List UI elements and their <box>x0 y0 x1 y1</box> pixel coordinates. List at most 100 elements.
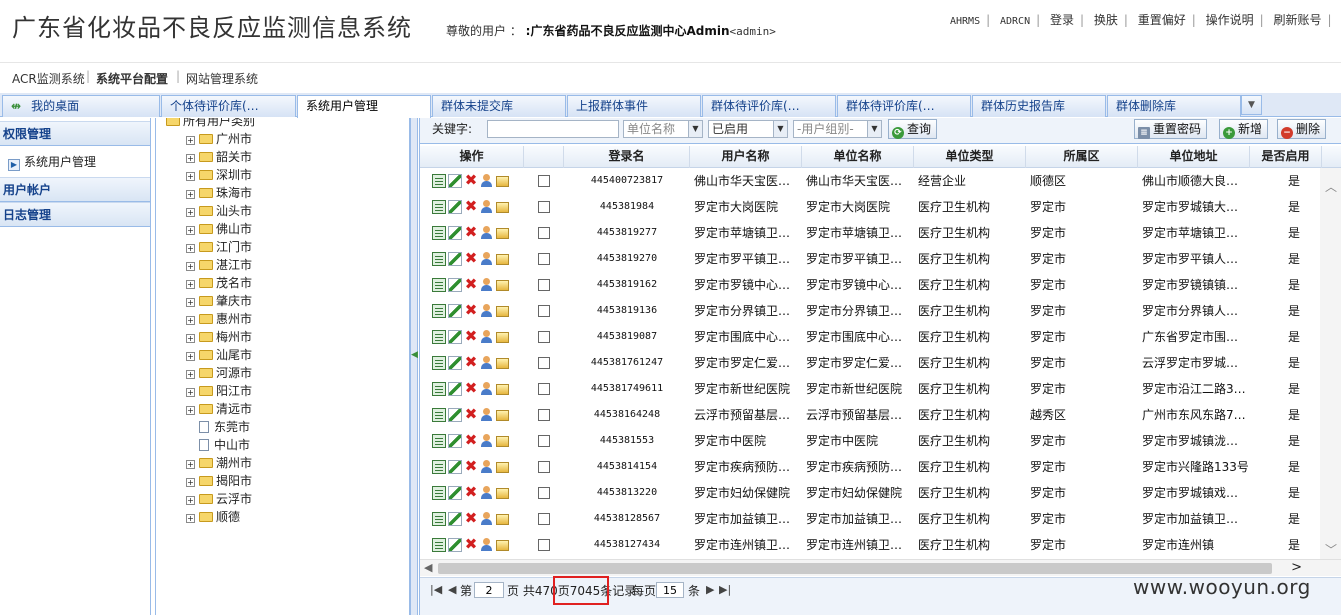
delete-icon[interactable]: ✖ <box>464 459 478 474</box>
first-page-icon[interactable]: |◀ <box>430 583 442 596</box>
tree-node[interactable]: + 汕头市 <box>186 202 252 219</box>
section-permission[interactable]: 权限管理 <box>0 121 150 146</box>
vertical-scrollbar[interactable]: ︿ ﹀ <box>1320 168 1341 560</box>
col-unit-name[interactable]: 单位名称 <box>802 146 914 168</box>
tab-report-group-event[interactable]: 上报群体事件 <box>567 95 701 117</box>
col-username[interactable]: 用户名称 <box>690 146 802 168</box>
edit-icon[interactable] <box>448 226 462 240</box>
col-login[interactable]: 登录名 <box>564 146 690 168</box>
edit-icon[interactable] <box>448 252 462 266</box>
edit-icon[interactable] <box>448 304 462 318</box>
link-ahrms[interactable]: AHRMS <box>950 16 980 27</box>
key-icon[interactable] <box>496 228 509 239</box>
expand-icon[interactable]: + <box>186 298 195 307</box>
link-skin[interactable]: 换肤 <box>1094 13 1118 27</box>
col-district[interactable]: 所属区 <box>1026 146 1138 168</box>
last-page-icon[interactable]: ▶| <box>719 583 731 596</box>
tree-node[interactable]: + 清远市 <box>186 400 252 417</box>
prev-page-icon[interactable]: ◀ <box>448 583 456 596</box>
row-checkbox[interactable] <box>538 539 550 551</box>
tab-menu-chevron-icon[interactable]: ▼ <box>1241 95 1262 115</box>
expand-icon[interactable]: + <box>186 244 195 253</box>
key-icon[interactable] <box>496 488 509 499</box>
delete-icon[interactable]: ✖ <box>464 381 478 396</box>
delete-icon[interactable]: ✖ <box>464 537 478 552</box>
view-icon[interactable] <box>432 278 446 292</box>
link-adrcn[interactable]: ADRCN <box>1000 16 1030 27</box>
row-checkbox[interactable] <box>538 383 550 395</box>
menu-item-system-users[interactable]: ▶ 系统用户管理 <box>8 153 96 171</box>
view-icon[interactable] <box>432 356 446 370</box>
col-address[interactable]: 单位地址 <box>1138 146 1250 168</box>
scroll-thumb[interactable] <box>438 563 1272 574</box>
user-icon[interactable] <box>480 174 494 188</box>
key-icon[interactable] <box>496 384 509 395</box>
user-icon[interactable] <box>480 538 494 552</box>
view-icon[interactable] <box>432 304 446 318</box>
view-icon[interactable] <box>432 330 446 344</box>
user-icon[interactable] <box>480 252 494 266</box>
view-icon[interactable] <box>432 200 446 214</box>
tab-group-pending-1[interactable]: 群体待评价库(… <box>702 95 836 117</box>
edit-icon[interactable] <box>448 330 462 344</box>
per-page-input[interactable] <box>656 582 684 598</box>
expand-icon[interactable]: + <box>186 460 195 469</box>
link-reset-prefs[interactable]: 重置偏好 <box>1138 13 1186 27</box>
edit-icon[interactable] <box>448 408 462 422</box>
edit-icon[interactable] <box>448 434 462 448</box>
table-row[interactable]: ✖ 445381749611 罗定市新世纪医院 罗定市新世纪医院 医疗卫生机构 … <box>420 376 1320 402</box>
user-icon[interactable] <box>480 486 494 500</box>
tree-node[interactable]: + 汕尾市 <box>186 346 252 363</box>
tab-group-history[interactable]: 群体历史报告库 <box>972 95 1106 117</box>
collapse-arrow-icon[interactable]: ◀ <box>411 350 418 360</box>
tree-node[interactable]: + 肇庆市 <box>186 292 252 309</box>
col-unit-type[interactable]: 单位类型 <box>914 146 1026 168</box>
table-row[interactable]: ✖ 4453819270 罗定市罗平镇卫… 罗定市罗平镇卫… 医疗卫生机构 罗定… <box>420 246 1320 272</box>
expand-icon[interactable]: + <box>186 334 195 343</box>
view-icon[interactable] <box>432 434 446 448</box>
expand-icon[interactable]: + <box>186 226 195 235</box>
view-icon[interactable] <box>432 226 446 240</box>
status-select[interactable]: 已启用 ▼ <box>708 120 788 138</box>
expand-icon[interactable]: + <box>186 262 195 271</box>
delete-icon[interactable]: ✖ <box>464 485 478 500</box>
tab-system-users[interactable]: 系统用户管理 <box>297 95 431 118</box>
user-icon[interactable] <box>480 330 494 344</box>
link-refresh-account[interactable]: 刷新账号 <box>1274 13 1322 27</box>
delete-icon[interactable]: ✖ <box>464 199 478 214</box>
view-icon[interactable] <box>432 460 446 474</box>
expand-icon[interactable]: + <box>186 352 195 361</box>
expand-icon[interactable]: + <box>186 496 195 505</box>
table-row[interactable]: ✖ 445400723817 佛山市华天宝医… 佛山市华天宝医… 经营企业 顺德… <box>420 168 1320 194</box>
col-enabled[interactable]: 是否启用 <box>1250 146 1322 168</box>
key-icon[interactable] <box>496 462 509 473</box>
key-icon[interactable] <box>496 202 509 213</box>
next-page-icon[interactable]: ▶ <box>706 583 714 596</box>
view-icon[interactable] <box>432 174 446 188</box>
row-checkbox[interactable] <box>538 279 550 291</box>
delete-icon[interactable]: ✖ <box>464 251 478 266</box>
expand-icon[interactable]: + <box>186 388 195 397</box>
table-row[interactable]: ✖ 44538164248 云浮市预留基层… 云浮市预留基层… 医疗卫生机构 越… <box>420 402 1320 428</box>
edit-icon[interactable] <box>448 174 462 188</box>
key-icon[interactable] <box>496 358 509 369</box>
tree-node[interactable]: + 云浮市 <box>186 490 252 507</box>
row-checkbox[interactable] <box>538 409 550 421</box>
tree-node[interactable]: + 惠州市 <box>186 310 252 327</box>
view-icon[interactable] <box>432 486 446 500</box>
link-help[interactable]: 操作说明 <box>1206 13 1254 27</box>
table-row[interactable]: ✖ 44538128567 罗定市加益镇卫… 罗定市加益镇卫… 医疗卫生机构 罗… <box>420 506 1320 532</box>
key-icon[interactable] <box>496 410 509 421</box>
row-checkbox[interactable] <box>538 201 550 213</box>
expand-icon[interactable]: + <box>186 316 195 325</box>
view-icon[interactable] <box>432 252 446 266</box>
nav-platform-config[interactable]: 系统平台配置 <box>96 70 168 87</box>
delete-icon[interactable]: ✖ <box>464 225 478 240</box>
user-icon[interactable] <box>480 434 494 448</box>
query-button[interactable]: ⟳ 查询 <box>888 119 938 139</box>
key-icon[interactable] <box>496 332 509 343</box>
key-icon[interactable] <box>496 280 509 291</box>
edit-icon[interactable] <box>448 278 462 292</box>
tab-group-deleted[interactable]: 群体删除库 <box>1107 95 1241 117</box>
refresh-icon[interactable]: ↮ <box>11 99 21 113</box>
